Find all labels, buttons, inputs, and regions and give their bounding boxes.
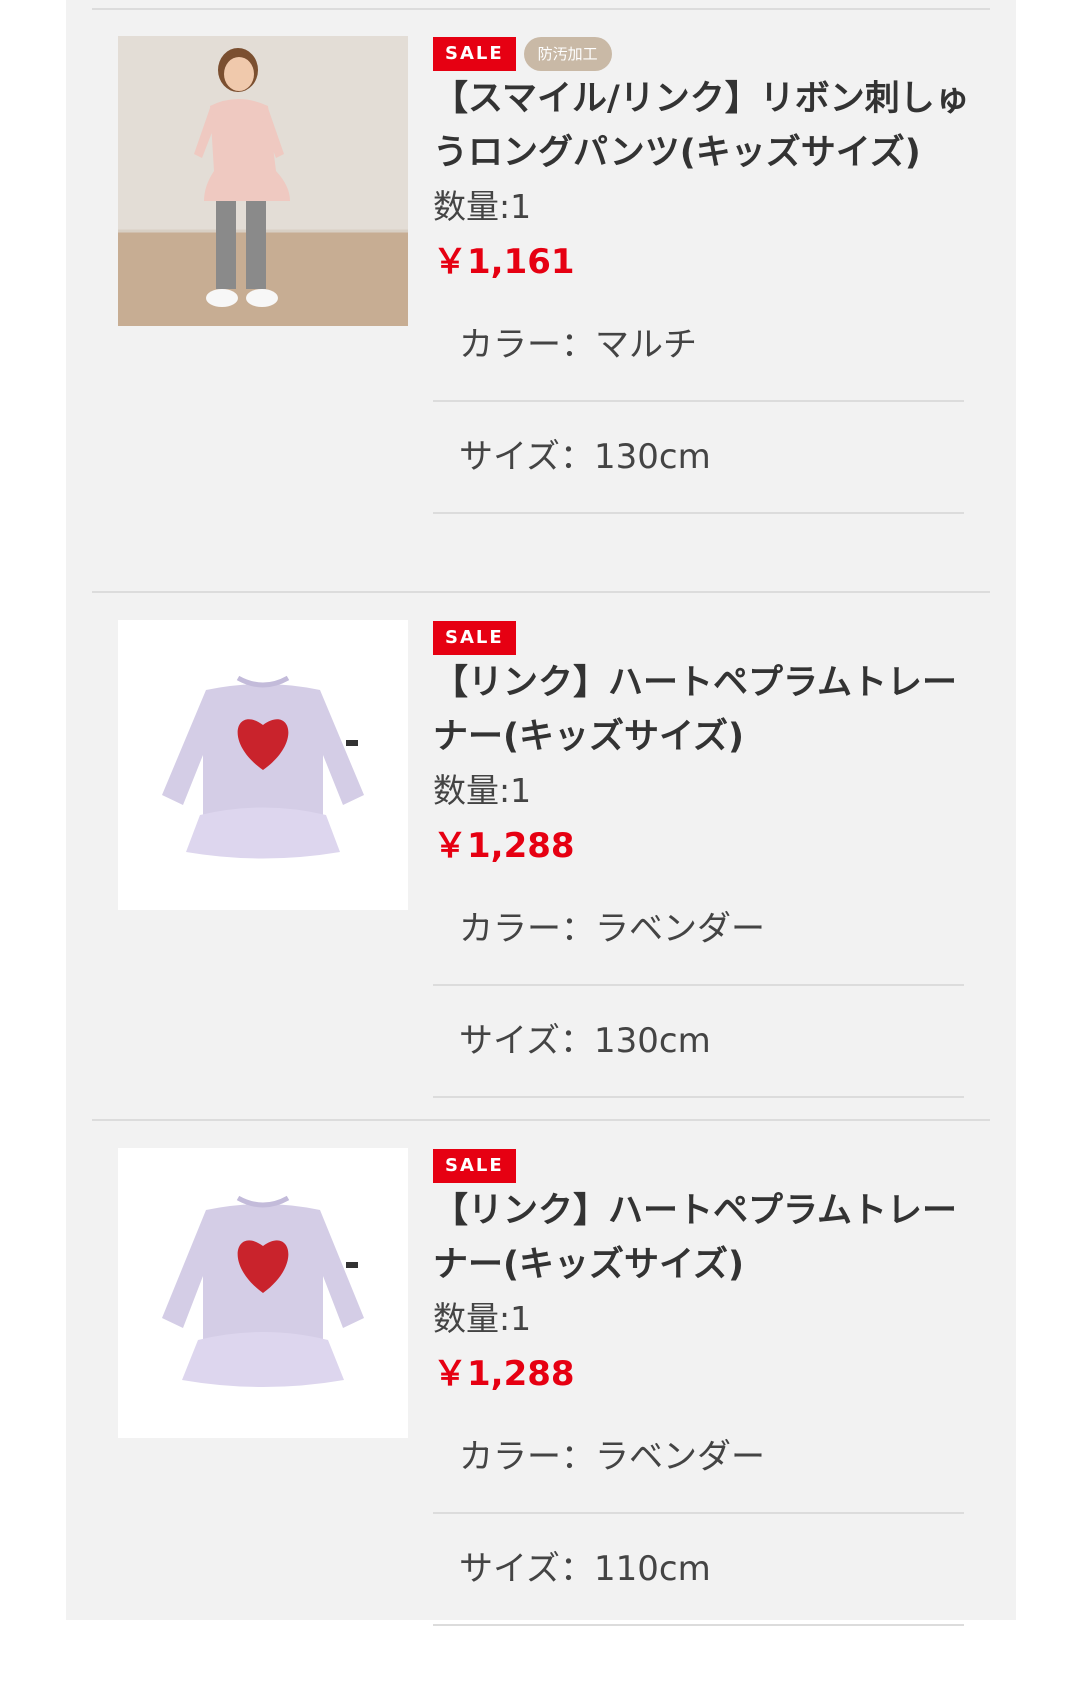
size-value: サイズ：130cm [459, 1021, 711, 1061]
price: ￥1,161 [433, 242, 575, 282]
product-image[interactable] [118, 620, 408, 910]
price: ￥1,288 [433, 826, 575, 866]
size-row: サイズ：130cm [433, 402, 964, 514]
sale-badge: SALE [433, 1149, 516, 1183]
cart-item: SALE 【リンク】ハートペプラムトレーナー(キッズサイズ) 数量:1 ￥1,2… [92, 1148, 990, 1708]
cart-item: SALE 防汚加工 【スマイル/リンク】リボン刺しゅうロングパンツ(キッズサイズ… [92, 36, 990, 596]
product-title[interactable]: 【リンク】ハートペプラムトレーナー(キッズサイズ) [433, 656, 978, 764]
color-row: カラー：マルチ [433, 290, 964, 402]
item-divider [92, 591, 990, 593]
color-value: カラー：ラベンダー [459, 909, 765, 949]
product-image[interactable] [118, 1148, 408, 1438]
quantity: 数量:1 [433, 771, 532, 810]
sale-badge: SALE [433, 621, 516, 655]
sale-badge: SALE [433, 37, 516, 71]
cart-item: SALE 【リンク】ハートペプラムトレーナー(キッズサイズ) 数量:1 ￥1,2… [92, 620, 990, 1180]
quantity: 数量:1 [433, 187, 532, 226]
size-row: サイズ：130cm [433, 986, 964, 1098]
feature-tag: 防汚加工 [523, 37, 612, 71]
size-value: サイズ：110cm [459, 1549, 711, 1589]
color-row: カラー：ラベンダー [433, 874, 964, 986]
product-title[interactable]: 【リンク】ハートペプラムトレーナー(キッズサイズ) [433, 1184, 978, 1292]
size-value: サイズ：130cm [459, 437, 711, 477]
product-image[interactable] [118, 36, 408, 326]
quantity: 数量:1 [433, 1299, 532, 1338]
product-title[interactable]: 【スマイル/リンク】リボン刺しゅうロングパンツ(キッズサイズ) [433, 72, 978, 180]
color-value: カラー：マルチ [459, 325, 697, 365]
item-divider [92, 1119, 990, 1121]
item-divider [92, 8, 990, 10]
size-row: サイズ：110cm [433, 1514, 964, 1626]
color-row: カラー：ラベンダー [433, 1402, 964, 1514]
color-value: カラー：ラベンダー [459, 1437, 765, 1477]
price: ￥1,288 [433, 1354, 575, 1394]
